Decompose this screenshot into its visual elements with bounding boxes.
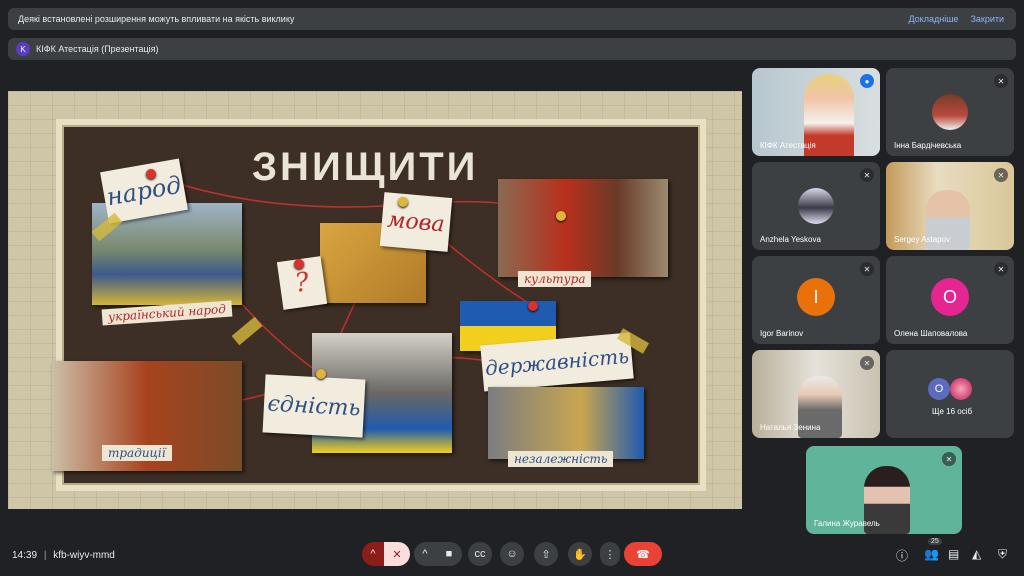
more-avatar-photo (950, 378, 972, 400)
camera-toggle-button[interactable]: ■ (436, 542, 462, 566)
note-unity: єдність (262, 374, 366, 438)
presentation-stage: ЗНИЩИТИ народ український народ мова ? к… (8, 91, 742, 509)
mic-off-icon: ✕ (994, 168, 1008, 182)
chat-icon[interactable]: ▤ (948, 547, 959, 561)
present-screen-icon[interactable]: ⇧ (534, 542, 558, 566)
slide-board: ЗНИЩИТИ народ український народ мова ? к… (52, 119, 706, 491)
mic-toggle-button[interactable]: ✕ (384, 542, 410, 566)
participant-name: Наталья Зенина (760, 423, 821, 432)
more-participants-label: Ще 16 осіб (932, 407, 973, 416)
close-banner-link[interactable]: Закрити (970, 14, 1004, 24)
mic-off-icon: ✕ (860, 262, 874, 276)
mic-options-button[interactable]: ^ (362, 542, 384, 566)
emoji-icon[interactable]: ☺ (500, 542, 524, 566)
label-culture: культура (518, 271, 592, 287)
slide-title: ЗНИЩИТИ (252, 145, 479, 189)
mic-off-icon: ✕ (860, 356, 874, 370)
participant-name: Галина Журавель (814, 519, 880, 528)
people-icon[interactable]: 👥 (924, 547, 939, 561)
participant-name: Sergey Astapov (894, 235, 951, 244)
photo-independence (488, 387, 644, 459)
presenter-avatar: K (16, 42, 30, 56)
label-traditions: традиції (102, 445, 172, 461)
presentation-bar: K КІФК Атестація (Презентація) (8, 38, 1016, 60)
mic-off-icon: ✕ (994, 74, 1008, 88)
mic-off-icon: ✕ (860, 168, 874, 182)
people-count-badge: 25 (928, 538, 942, 545)
activities-icon[interactable]: ◭ (972, 547, 981, 561)
participant-name: Igor Barinov (760, 329, 804, 338)
banner-message: Деякі встановлені розширення можуть впли… (18, 14, 295, 24)
participant-avatar (932, 94, 968, 130)
participant-tile[interactable]: ● КІФК Атестація (752, 68, 880, 156)
captions-button[interactable]: cc (468, 542, 492, 566)
participant-name: Інна Бардічевська (894, 141, 962, 150)
note-language: мова (379, 192, 453, 252)
label-independence: незалежність (508, 451, 614, 467)
participant-name: Олена Шаповалова (894, 329, 968, 338)
more-options-icon[interactable]: ⋮ (600, 542, 620, 566)
info-icon[interactable]: ⓘ (896, 547, 908, 564)
extensions-warning-banner: Деякі встановлені розширення можуть впли… (8, 8, 1016, 30)
speaking-icon: ● (860, 74, 874, 88)
meeting-code: kfb-wiyv-mmd (53, 550, 115, 561)
participant-avatar: I (797, 278, 835, 316)
host-controls-icon[interactable]: ⛨ (998, 547, 1007, 562)
more-avatar: O (928, 378, 950, 400)
learn-more-link[interactable]: Докладніше (908, 14, 958, 24)
participant-tile[interactable]: ✕ Інна Бардічевська (886, 68, 1014, 156)
bottom-toolbar: 14:39 | kfb-wiyv-mmd ^ ✕ ^ ■ cc ☺ ⇧ ✋ ⋮ … (0, 536, 1024, 576)
mic-off-icon: ✕ (942, 452, 956, 466)
participant-name: Anzhela Yeskova (760, 235, 821, 244)
participant-tile[interactable]: ✕ Наталья Зенина (752, 350, 880, 438)
end-call-button[interactable]: ☎ (624, 542, 662, 566)
more-participants-tile[interactable]: O Ще 16 осіб (886, 350, 1014, 438)
participant-tile[interactable]: I ✕ Igor Barinov (752, 256, 880, 344)
clock: 14:39 (12, 550, 38, 561)
participant-name: КІФК Атестація (760, 141, 816, 150)
participant-tile[interactable]: ✕ Anzhela Yeskova (752, 162, 880, 250)
mic-off-icon: ✕ (994, 262, 1008, 276)
participant-avatar (798, 188, 834, 224)
participant-tile[interactable]: ✕ Галина Журавель (806, 446, 962, 534)
photo-culture (498, 179, 668, 277)
raise-hand-icon[interactable]: ✋ (568, 542, 592, 566)
participant-tile[interactable]: O ✕ Олена Шаповалова (886, 256, 1014, 344)
participant-tile[interactable]: ✕ Sergey Astapov (886, 162, 1014, 250)
participant-avatar: O (931, 278, 969, 316)
meeting-time-code: 14:39 | kfb-wiyv-mmd (12, 550, 115, 561)
presentation-title: КІФК Атестація (Презентація) (36, 44, 159, 54)
camera-options-button[interactable]: ^ (414, 542, 436, 566)
